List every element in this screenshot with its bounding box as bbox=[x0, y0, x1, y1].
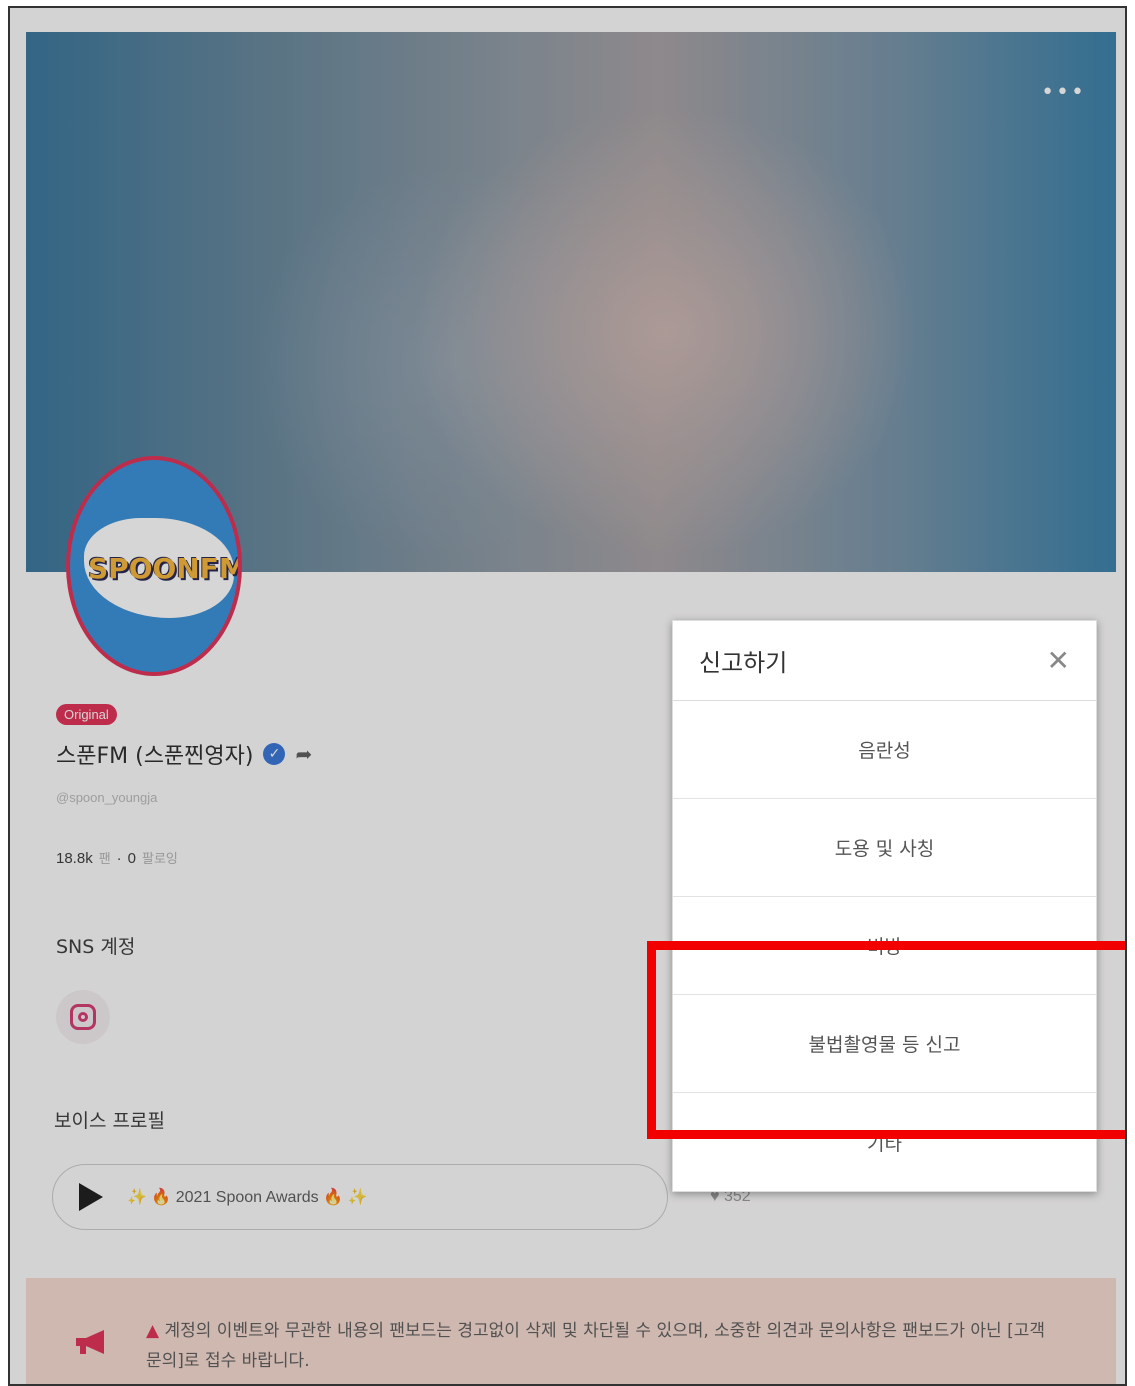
report-option-illegal-filming[interactable]: 불법촬영물 등 신고 bbox=[673, 995, 1096, 1093]
fanboard-notice: ▲ 계정의 이벤트와 무관한 내용의 팬보드는 경고없이 삭제 및 차단될 수 … bbox=[26, 1278, 1116, 1384]
megaphone-icon bbox=[76, 1330, 104, 1354]
profile-name-row: 스푼FM (스푼찐영자) ✓ ➦ bbox=[56, 738, 312, 770]
play-icon[interactable] bbox=[79, 1183, 103, 1211]
profile-stats: 18.8k 팬 · 0 팔로잉 bbox=[56, 848, 178, 867]
warning-icon: ▲ bbox=[146, 1321, 160, 1341]
avatar-image: SPOONFM bbox=[66, 456, 242, 676]
report-option-defamation[interactable]: 비방 bbox=[673, 897, 1096, 995]
report-option-obscenity[interactable]: 음란성 bbox=[673, 701, 1096, 799]
notice-message: 계정의 이벤트와 무관한 내용의 팬보드는 경고없이 삭제 및 차단될 수 있으… bbox=[146, 1321, 1045, 1371]
fire-icon: 🔥 bbox=[323, 1189, 344, 1206]
avatar-logo-text: SPOONFM bbox=[88, 552, 242, 585]
voice-track-title: 2021 Spoon Awards bbox=[175, 1189, 319, 1206]
voice-track-label: ✨ 🔥 2021 Spoon Awards 🔥 ✨ bbox=[127, 1187, 367, 1207]
profile-name: 스푼FM (스푼찐영자) bbox=[56, 744, 254, 769]
report-option-other[interactable]: 기타 bbox=[673, 1093, 1096, 1191]
more-options-button[interactable]: ••• bbox=[1041, 80, 1086, 105]
profile-page: ••• SPOONFM Original 스푼FM (스푼찐영자) ✓ ➦ @s… bbox=[10, 8, 1125, 1384]
report-modal: 신고하기 ✕ 음란성 도용 및 사칭 비방 불법촬영물 등 신고 기타 bbox=[672, 620, 1097, 1192]
sparkle-icon: ✨ bbox=[127, 1189, 147, 1206]
report-option-impersonation[interactable]: 도용 및 사칭 bbox=[673, 799, 1096, 897]
fans-count[interactable]: 18.8k bbox=[56, 850, 93, 867]
voice-profile-title: 보이스 프로필 bbox=[54, 1110, 165, 1132]
profile-handle: @spoon_youngja bbox=[56, 790, 158, 805]
avatar[interactable]: SPOONFM bbox=[66, 456, 242, 676]
app-frame: ••• SPOONFM Original 스푼FM (스푼찐영자) ✓ ➦ @s… bbox=[8, 6, 1127, 1386]
sns-section-title: SNS 계정 bbox=[56, 936, 136, 958]
share-icon[interactable]: ➦ bbox=[295, 742, 312, 766]
report-modal-title: 신고하기 bbox=[699, 649, 788, 677]
instagram-icon bbox=[70, 1004, 96, 1030]
close-icon[interactable]: ✕ bbox=[1047, 646, 1070, 675]
following-count[interactable]: 0 bbox=[128, 850, 136, 867]
following-label: 팔로잉 bbox=[142, 851, 178, 866]
sparkle-icon: ✨ bbox=[347, 1189, 368, 1206]
voice-profile-player[interactable]: ✨ 🔥 2021 Spoon Awards 🔥 ✨ bbox=[52, 1164, 668, 1230]
stats-separator: · bbox=[116, 850, 122, 867]
original-badge: Original bbox=[56, 704, 117, 725]
verified-icon: ✓ bbox=[263, 743, 286, 765]
fire-icon: 🔥 bbox=[151, 1189, 172, 1206]
fans-label: 팬 bbox=[98, 851, 111, 866]
instagram-button[interactable] bbox=[56, 990, 110, 1044]
notice-text: ▲ 계정의 이벤트와 무관한 내용의 팬보드는 경고없이 삭제 및 차단될 수 … bbox=[146, 1316, 1056, 1376]
report-modal-header: 신고하기 ✕ bbox=[673, 621, 1096, 701]
